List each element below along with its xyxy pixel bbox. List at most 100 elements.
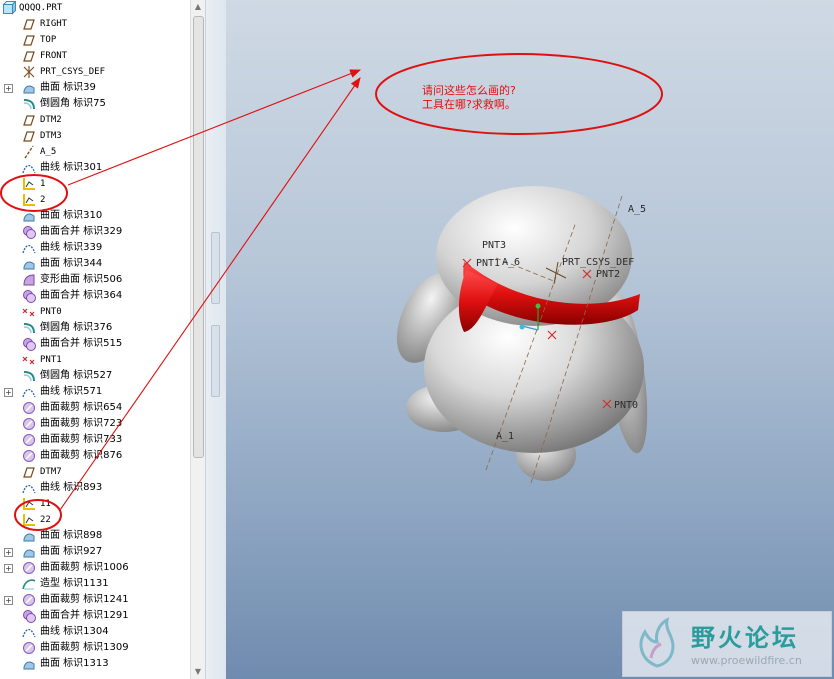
sketch-icon bbox=[22, 193, 36, 207]
question-line-1: 请问这些怎么画的? bbox=[422, 84, 516, 97]
watermark-url: www.proewildfire.cn bbox=[691, 654, 802, 667]
curve-icon bbox=[22, 385, 36, 399]
surface-icon bbox=[22, 209, 36, 223]
tree-root[interactable]: QQQQ.PRT bbox=[0, 0, 190, 16]
tree-item[interactable]: 倒圆角 标识376 bbox=[0, 320, 190, 336]
tree-item-label: 变形曲面 标识506 bbox=[40, 274, 123, 285]
tree-item-label: 曲线 标识893 bbox=[40, 482, 103, 493]
tree-item-label: RIGHT bbox=[40, 19, 68, 29]
tree-item[interactable]: 曲线 标识893 bbox=[0, 480, 190, 496]
expand-plus-icon[interactable]: + bbox=[4, 564, 13, 573]
surface-icon bbox=[22, 257, 36, 271]
tree-item-label: DTM3 bbox=[40, 131, 62, 141]
surface-icon bbox=[22, 529, 36, 543]
datum-point-icon bbox=[22, 353, 36, 367]
round-icon bbox=[22, 97, 36, 111]
question-annotation: 请问这些怎么画的? 工具在哪?求救啊。 bbox=[422, 84, 516, 112]
splitter-grip-upper[interactable] bbox=[211, 232, 220, 304]
scroll-thumb[interactable] bbox=[193, 16, 204, 458]
tree-item[interactable]: + 曲面裁剪 标识1241 bbox=[0, 592, 190, 608]
tree-item[interactable]: 曲面合并 标识1291 bbox=[0, 608, 190, 624]
label-axis-a6: A_6 bbox=[502, 257, 521, 268]
tree-item[interactable]: 曲线 标识1304 bbox=[0, 624, 190, 640]
tree-item[interactable]: 倒圆角 标识527 bbox=[0, 368, 190, 384]
sketch-icon bbox=[22, 177, 36, 191]
trim-icon bbox=[22, 449, 36, 463]
label-axis-a1: A_1 bbox=[496, 431, 515, 442]
label-pnt1: PNT1 bbox=[476, 258, 501, 269]
sketch-icon bbox=[22, 497, 36, 511]
panel-splitter[interactable] bbox=[205, 0, 226, 679]
tree-item[interactable]: 变形曲面 标识506 bbox=[0, 272, 190, 288]
tree-item[interactable]: DTM3 bbox=[0, 128, 190, 144]
sketch-icon bbox=[22, 513, 36, 527]
tree-item[interactable]: 2 bbox=[0, 192, 190, 208]
tree-item-label: 倒圆角 标识376 bbox=[40, 322, 113, 333]
tree-item[interactable]: + 曲面 标识927 bbox=[0, 544, 190, 560]
scroll-up-arrow-icon[interactable]: ▲ bbox=[191, 0, 205, 14]
wildfire-logo-icon bbox=[639, 617, 675, 668]
tree-item[interactable]: PNT1 bbox=[0, 352, 190, 368]
tree-item[interactable]: 曲面合并 标识329 bbox=[0, 224, 190, 240]
datum-plane-icon bbox=[22, 113, 36, 127]
datum-axis-icon bbox=[22, 145, 36, 159]
tree-item[interactable]: 1 bbox=[0, 176, 190, 192]
tree-item[interactable]: RIGHT bbox=[0, 16, 190, 32]
model-tree[interactable]: QQQQ.PRT RIGHT TOP FRONT PRT_CSYS_DEF + 曲面 标识… bbox=[0, 0, 190, 679]
datum-plane-icon bbox=[22, 33, 36, 47]
tree-item[interactable]: A_5 bbox=[0, 144, 190, 160]
tree-item[interactable]: + 曲面裁剪 标识1006 bbox=[0, 560, 190, 576]
tree-item[interactable]: DTM7 bbox=[0, 464, 190, 480]
round-icon bbox=[22, 321, 36, 335]
trim-icon bbox=[22, 641, 36, 655]
expand-plus-icon[interactable]: + bbox=[4, 84, 13, 93]
tree-item[interactable]: DTM2 bbox=[0, 112, 190, 128]
expand-plus-icon[interactable]: + bbox=[4, 388, 13, 397]
tree-item[interactable]: 曲面 标识344 bbox=[0, 256, 190, 272]
graphics-viewport[interactable]: A_5 PNT3 PNT1 A_6 PRT_CSYS_DEF PNT2 PNT0… bbox=[226, 0, 834, 679]
label-axis-a5: A_5 bbox=[628, 204, 647, 215]
tree-item[interactable]: 曲面 标识1313 bbox=[0, 656, 190, 672]
tree-item[interactable]: 曲面 标识310 bbox=[0, 208, 190, 224]
tree-item[interactable]: 造型 标识1131 bbox=[0, 576, 190, 592]
tree-item-label: PRT_CSYS_DEF bbox=[40, 67, 106, 77]
tree-item[interactable]: PRT_CSYS_DEF bbox=[0, 64, 190, 80]
tree-item[interactable]: 11 bbox=[0, 496, 190, 512]
tree-item-label: 曲线 标识301 bbox=[40, 162, 103, 173]
tree-item[interactable]: TOP bbox=[0, 32, 190, 48]
tree-item[interactable]: 曲线 标识339 bbox=[0, 240, 190, 256]
merge-icon bbox=[22, 337, 36, 351]
tree-item-label: 造型 标识1131 bbox=[40, 578, 109, 589]
tree-item[interactable]: 曲面合并 标识515 bbox=[0, 336, 190, 352]
tree-item[interactable]: FRONT bbox=[0, 48, 190, 64]
tree-item[interactable]: 倒圆角 标识75 bbox=[0, 96, 190, 112]
tree-item-label: 曲面裁剪 标识1309 bbox=[40, 642, 129, 653]
splitter-grip-lower[interactable] bbox=[211, 325, 220, 397]
tree-item[interactable]: 曲面裁剪 标识1309 bbox=[0, 640, 190, 656]
datum-plane-icon bbox=[22, 17, 36, 31]
scroll-down-arrow-icon[interactable]: ▼ bbox=[191, 665, 205, 679]
tree-item[interactable]: 曲面裁剪 标识733 bbox=[0, 432, 190, 448]
tree-scrollbar[interactable]: ▲ ▼ bbox=[190, 0, 205, 679]
tree-item-label: 11 bbox=[40, 499, 51, 509]
tree-item-label: 曲线 标识1304 bbox=[40, 626, 109, 637]
tree-item[interactable]: + 曲面 标识39 bbox=[0, 80, 190, 96]
expand-plus-icon[interactable]: + bbox=[4, 548, 13, 557]
tree-item[interactable]: PNT0 bbox=[0, 304, 190, 320]
tree-item-label: 曲面 标识1313 bbox=[40, 658, 109, 669]
tree-item[interactable]: 曲面 标识898 bbox=[0, 528, 190, 544]
expand-plus-icon[interactable]: + bbox=[4, 596, 13, 605]
tree-item[interactable]: 曲面裁剪 标识654 bbox=[0, 400, 190, 416]
tree-item[interactable]: + 曲线 标识571 bbox=[0, 384, 190, 400]
tree-item-label: 曲面 标识898 bbox=[40, 530, 103, 541]
tree-item-label: FRONT bbox=[40, 51, 68, 61]
curve-icon bbox=[22, 481, 36, 495]
tree-item[interactable]: 曲面裁剪 标识723 bbox=[0, 416, 190, 432]
tree-item[interactable]: 曲面裁剪 标识876 bbox=[0, 448, 190, 464]
part-icon bbox=[2, 1, 16, 15]
tree-item-label: TOP bbox=[40, 35, 57, 45]
tree-item[interactable]: 曲线 标识301 bbox=[0, 160, 190, 176]
datum-plane-icon bbox=[22, 129, 36, 143]
tree-item[interactable]: 曲面合并 标识364 bbox=[0, 288, 190, 304]
tree-item[interactable]: 22 bbox=[0, 512, 190, 528]
